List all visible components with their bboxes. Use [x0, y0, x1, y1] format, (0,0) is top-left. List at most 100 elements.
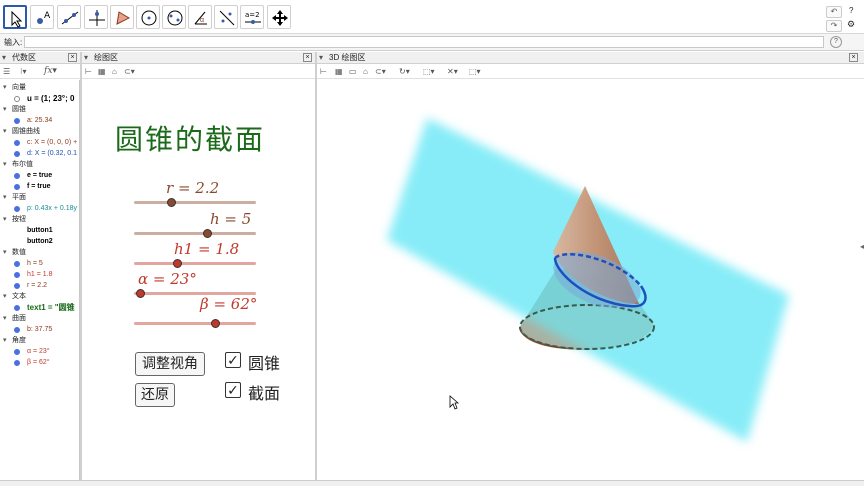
close-icon[interactable]: × [849, 53, 858, 62]
scene-3d[interactable] [317, 80, 864, 480]
algebra-item[interactable]: f = true [0, 181, 51, 192]
visibility-toggle[interactable] [14, 305, 20, 311]
visibility-toggle[interactable] [14, 349, 20, 355]
visibility-toggle[interactable] [14, 360, 20, 366]
rotate-icon[interactable]: ↻▾ [399, 67, 410, 76]
visibility-toggle[interactable] [14, 206, 20, 212]
close-icon[interactable]: × [303, 53, 312, 62]
algebra-item[interactable]: u = (1; 23°; 0 [0, 93, 74, 104]
algebra-category[interactable]: 数值 [0, 247, 26, 258]
visibility-toggle[interactable] [14, 151, 20, 157]
close-icon[interactable]: × [68, 53, 77, 62]
algebra-item[interactable]: h1 = 1.8 [0, 269, 53, 280]
graphics3d-view[interactable]: ◂ [317, 80, 864, 480]
projection-icon[interactable]: ⬚▾ [469, 67, 481, 76]
algebra-item[interactable]: p: 0.43x + 0.18y [0, 203, 77, 214]
reset-button[interactable]: 还原 [135, 383, 175, 407]
adjust-view-button[interactable]: 调整视角 [135, 352, 205, 376]
input-field[interactable] [24, 36, 824, 48]
fx-icon[interactable]: fx▾ [44, 66, 57, 76]
slider-handle[interactable] [136, 289, 146, 298]
perpendicular-line-tool[interactable] [84, 5, 108, 29]
collapse-arrow-icon[interactable]: ◂ [860, 242, 864, 251]
sort-icon[interactable]: ☰ [3, 67, 10, 76]
point-capture-icon[interactable]: ⊂▾ [375, 67, 386, 76]
algebra-item[interactable]: α = 23° [0, 346, 50, 357]
collapse-icon[interactable]: ▾ [2, 52, 6, 63]
algebra-item[interactable]: d: X = (0.32, 0.1 [0, 148, 77, 159]
visibility-toggle[interactable] [14, 272, 20, 278]
move-tool[interactable] [3, 5, 27, 29]
axes-icon[interactable]: ⊢ [320, 67, 327, 76]
graphics-view[interactable]: 圆锥的截面 r = 2.2 h = 5 h1 = 1.8 α = 23° β = 62°… [82, 80, 315, 480]
algebra-item[interactable]: e = true [0, 170, 52, 181]
visibility-toggle[interactable] [14, 261, 20, 267]
section-checkbox[interactable]: ✓ [225, 382, 241, 398]
visibility-toggle[interactable] [14, 140, 20, 146]
algebra-category[interactable]: 曲面 [0, 313, 26, 324]
grid-icon[interactable]: ▦ [335, 67, 343, 76]
algebra-item[interactable]: c: X = (0, 0, 0) + [0, 137, 77, 148]
algebra-item[interactable]: h = 5 [0, 258, 43, 269]
visibility-toggle[interactable] [14, 283, 20, 289]
view-direction-icon[interactable]: ⬚▾ [423, 67, 435, 76]
circle-tool[interactable] [136, 5, 160, 29]
undo-button[interactable]: ↶ [826, 6, 842, 18]
algebra-category[interactable]: 角度 [0, 335, 26, 346]
home-icon[interactable]: ⌂ [363, 67, 368, 76]
algebra-item[interactable]: button1 [0, 225, 53, 236]
algebra-category[interactable]: 文本 [0, 291, 26, 302]
visibility-toggle[interactable] [14, 173, 20, 179]
algebra-category[interactable]: 按钮 [0, 214, 26, 225]
slider-track[interactable] [134, 232, 256, 235]
slider-label: h = 5 [210, 210, 252, 228]
plane-icon[interactable]: ▭ [349, 67, 357, 76]
algebra-category[interactable]: 圆锥 [0, 104, 26, 115]
clipping-icon[interactable]: ✕▾ [447, 67, 458, 76]
svg-text:A: A [44, 11, 51, 21]
point-tool[interactable]: A [30, 5, 54, 29]
algebra-category[interactable]: 平面 [0, 192, 26, 203]
redo-button[interactable]: ↷ [826, 20, 842, 32]
algebra-item[interactable]: b: 37.75 [0, 324, 52, 335]
slider-handle[interactable] [203, 229, 213, 238]
visibility-toggle[interactable] [14, 96, 20, 102]
algebra-category[interactable]: 圆锥曲线 [0, 126, 40, 137]
angle-tool[interactable]: α [188, 5, 212, 29]
slider-tool[interactable]: a=2 [240, 5, 264, 29]
collapse-icon[interactable]: ▾ [319, 52, 323, 63]
algebra-item[interactable]: text1 = "圆锥 [0, 302, 75, 313]
algebra-item[interactable]: r = 2.2 [0, 280, 47, 291]
move-view-tool[interactable] [267, 5, 291, 29]
algebra-category[interactable]: 布尔值 [0, 159, 33, 170]
polygon-tool[interactable] [110, 5, 134, 29]
collapse-icon[interactable]: ▾ [84, 52, 88, 63]
visibility-toggle[interactable] [14, 327, 20, 333]
gear-icon[interactable]: ⚙ [847, 19, 855, 30]
algebra-category[interactable]: 向量 [0, 82, 26, 93]
conic-tool[interactable] [162, 5, 186, 29]
slider-handle[interactable] [172, 259, 182, 268]
grid-icon[interactable]: ▦ [98, 67, 106, 76]
reflect-tool-icon [219, 10, 235, 26]
algebra-item[interactable]: a: 25.34 [0, 115, 52, 126]
algebra-item[interactable]: β = 62° [0, 357, 50, 368]
help-icon[interactable]: ? [849, 6, 853, 15]
slider-handle[interactable] [166, 198, 176, 207]
home-icon[interactable]: ⌂ [112, 67, 117, 76]
slider-track[interactable] [134, 201, 256, 204]
point-capture-icon[interactable]: ⊂▾ [124, 67, 135, 76]
slider-handle[interactable] [210, 319, 220, 328]
algebra-category-label: 曲面 [12, 315, 26, 322]
visibility-toggle[interactable] [14, 118, 20, 124]
reflect-tool[interactable] [214, 5, 238, 29]
algebra-item[interactable]: button2 [0, 236, 53, 247]
line-tool[interactable] [57, 5, 81, 29]
style-icon[interactable]: ⁝▾ [20, 67, 27, 76]
cone-checkbox[interactable]: ✓ [225, 352, 241, 368]
axes-icon[interactable]: ⊢ [85, 67, 92, 76]
slider-track[interactable] [134, 322, 256, 325]
input-help-icon[interactable]: ? [830, 36, 842, 48]
visibility-toggle[interactable] [14, 184, 20, 190]
slider-track[interactable] [134, 262, 256, 265]
